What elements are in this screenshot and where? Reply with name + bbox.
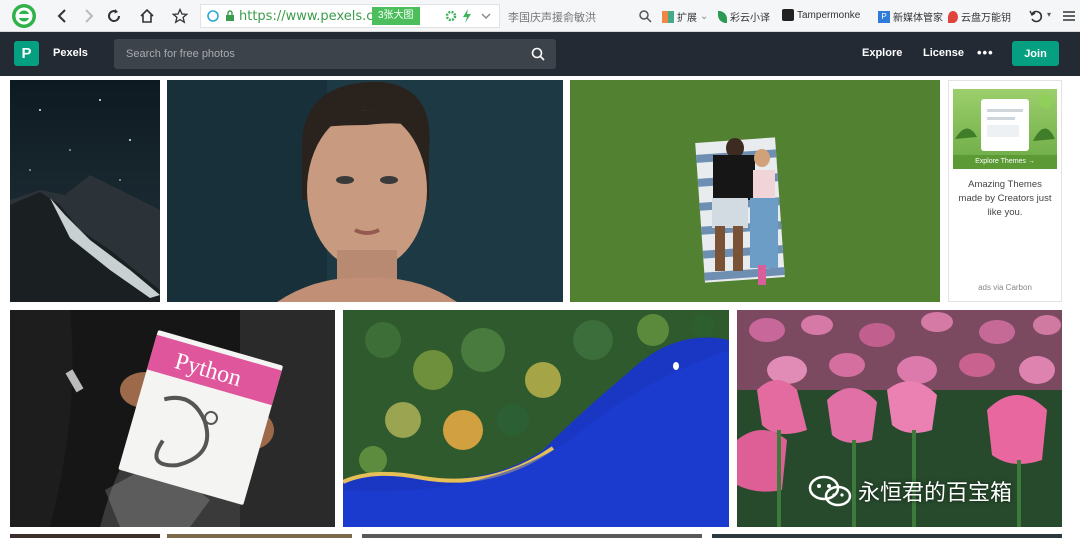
photo-woman-portrait[interactable] — [167, 80, 563, 302]
bookmark-tampermonkey[interactable]: Tampermonke — [782, 9, 860, 21]
leaf-icon — [718, 10, 727, 23]
photo-partial — [167, 534, 352, 538]
photo-couple-grass[interactable] — [570, 80, 940, 302]
bookmark-xinmeiti[interactable]: P 新媒体管家 — [878, 9, 943, 24]
join-button[interactable]: Join — [1012, 41, 1059, 66]
watermark-text: 永恒君的百宝箱 — [858, 480, 1013, 505]
site-header: P Pexels Explore License ••• Join — [0, 32, 1080, 76]
photo-forest-lake[interactable] — [343, 310, 729, 527]
back-icon[interactable] — [52, 6, 72, 26]
lock-icon — [226, 10, 234, 21]
home-icon[interactable] — [137, 6, 157, 26]
gear-icon[interactable] — [444, 9, 458, 23]
ad-text[interactable]: Amazing Themes made by Creators just lik… — [955, 178, 1055, 220]
ad-attribution[interactable]: ads via Carbon — [949, 283, 1061, 292]
p-icon: P — [878, 10, 890, 23]
bookmark-yunpan[interactable]: 云盘万能钥 — [948, 9, 1011, 24]
photo-partial — [712, 534, 1062, 538]
pexels-logo-icon[interactable]: P — [14, 41, 39, 66]
search-input[interactable] — [114, 39, 556, 69]
image-count-badge[interactable]: 3张大图 — [372, 7, 420, 25]
browser-toolbar: https://www.pexels.co 3张大图 李国庆声援俞敏洪 扩展 ⌄… — [0, 0, 1080, 32]
browser-logo-icon — [12, 4, 36, 28]
tampermonkey-icon — [782, 9, 794, 21]
security-icon — [207, 10, 219, 22]
grid-icon — [662, 10, 674, 23]
chevron-down-icon[interactable]: ▾ — [1047, 10, 1051, 19]
carbon-ad[interactable]: Explore Themes → Amazing Themes made by … — [948, 80, 1062, 302]
url-text: https://www.pexels.co — [239, 8, 382, 24]
brand-name[interactable]: Pexels — [53, 47, 88, 59]
star-icon[interactable] — [170, 6, 190, 26]
ad-image[interactable]: Explore Themes → — [953, 89, 1057, 169]
photo-partial — [10, 534, 160, 538]
search-icon[interactable] — [530, 46, 546, 62]
wechat-icon — [808, 475, 852, 507]
watermark: 永恒君的百宝箱 — [808, 474, 1012, 508]
photo-mountain-night[interactable] — [10, 80, 160, 302]
more-menu-icon[interactable]: ••• — [977, 45, 994, 60]
photo-python-book[interactable]: Python — [10, 310, 335, 527]
forward-icon[interactable] — [79, 6, 99, 26]
search-icon[interactable] — [638, 9, 652, 23]
menu-icon[interactable] — [1062, 9, 1076, 23]
undo-icon[interactable] — [1028, 8, 1044, 24]
explore-themes-button[interactable]: Explore Themes → — [953, 155, 1057, 169]
search-hint[interactable]: 李国庆声援俞敏洪 — [508, 9, 596, 25]
bookmark-extensions[interactable]: 扩展 ⌄ — [662, 9, 708, 24]
lightning-icon[interactable] — [461, 8, 473, 24]
bookmark-caiyun[interactable]: 彩云小译 — [718, 9, 770, 24]
nav-license[interactable]: License — [923, 47, 964, 59]
reload-icon[interactable] — [104, 6, 124, 26]
nav-explore[interactable]: Explore — [862, 47, 902, 59]
pin-icon — [948, 10, 958, 23]
photo-partial — [362, 534, 702, 538]
chevron-down-icon[interactable] — [480, 10, 492, 22]
